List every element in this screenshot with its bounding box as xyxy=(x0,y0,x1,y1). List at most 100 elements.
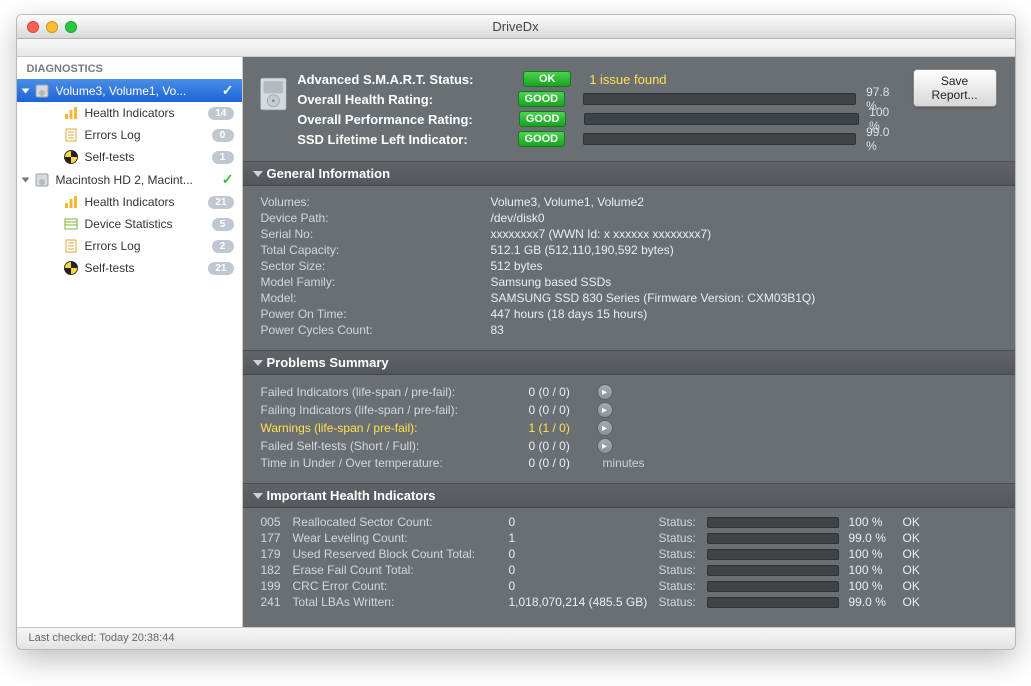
indicator-value: 0 xyxy=(509,563,659,577)
progress-bar xyxy=(584,113,859,125)
status-label: Status: xyxy=(659,595,707,609)
problem-value: 1 (1 / 0) xyxy=(529,421,597,435)
problem-key: Time in Under / Over temperature: xyxy=(261,456,529,470)
detail-button[interactable]: ▸ xyxy=(597,420,613,436)
status-pill: GOOD xyxy=(519,111,566,127)
window-title: DriveDx xyxy=(17,19,1015,34)
percent-label: 99.0 % xyxy=(849,595,903,609)
ok-label: OK xyxy=(903,515,920,529)
problem-row: Failed Self-tests (Short / Full):0 (0 / … xyxy=(261,437,997,455)
indicator-name: Wear Leveling Count: xyxy=(293,531,509,545)
content-pane[interactable]: Advanced S.M.A.R.T. Status:OK1 issue fou… xyxy=(243,57,1015,627)
info-value: SAMSUNG SSD 830 Series (Firmware Version… xyxy=(491,291,816,305)
indicator-row: 182Erase Fail Count Total:0Status:100 %O… xyxy=(261,562,997,578)
status-pill: OK xyxy=(523,71,571,87)
sidebar-item[interactable]: Health Indicators21 xyxy=(17,191,242,213)
info-row: Volumes:Volume3, Volume1, Volume2 xyxy=(261,194,997,210)
indicator-id: 005 xyxy=(261,515,293,529)
sidebar-item[interactable]: Health Indicators14 xyxy=(17,102,242,124)
detail-button[interactable]: ▸ xyxy=(597,384,613,400)
titlebar[interactable]: DriveDx xyxy=(17,15,1015,39)
indicator-value: 1,018,070,214 (485.5 GB) xyxy=(509,595,659,609)
problem-row: Time in Under / Over temperature:0 (0 / … xyxy=(261,455,997,471)
indicator-name: Used Reserved Block Count Total: xyxy=(293,547,509,561)
general-info: Volumes:Volume3, Volume1, Volume2Device … xyxy=(243,186,1015,350)
section-title: General Information xyxy=(267,166,391,181)
info-value: 83 xyxy=(491,323,504,337)
progress-bar xyxy=(707,565,839,576)
sidebar-item-label: Health Indicators xyxy=(85,106,203,120)
info-key: Power Cycles Count: xyxy=(261,323,491,337)
save-report-button[interactable]: Save Report... xyxy=(913,69,997,107)
problem-row: Failing Indicators (life-span / pre-fail… xyxy=(261,401,997,419)
problem-value: 0 (0 / 0) xyxy=(529,403,597,417)
indicator-row: 005Reallocated Sector Count:0Status:100 … xyxy=(261,514,997,530)
stats-icon xyxy=(63,216,79,232)
ok-label: OK xyxy=(903,531,920,545)
problem-value: 0 (0 / 0) xyxy=(529,456,597,470)
sidebar-item[interactable]: Self-tests21 xyxy=(17,257,242,279)
drive-icon xyxy=(259,71,288,117)
window-controls xyxy=(17,21,77,33)
info-key: Device Path: xyxy=(261,211,491,225)
count-badge: 2 xyxy=(212,240,234,253)
indicator-id: 177 xyxy=(261,531,293,545)
sidebar-drive[interactable]: Volume3, Volume1, Vo... ✓ xyxy=(17,79,242,102)
info-value: Volume3, Volume1, Volume2 xyxy=(491,195,644,209)
sidebar-item[interactable]: Device Statistics5 xyxy=(17,213,242,235)
disclosure-icon xyxy=(253,171,263,177)
indicator-row: 177Wear Leveling Count:1Status:99.0 %OK xyxy=(261,530,997,546)
indicator-value: 1 xyxy=(509,531,659,545)
problem-key: Warnings (life-span / pre-fail): xyxy=(261,421,529,435)
progress-bar xyxy=(707,533,839,544)
smart-row: Advanced S.M.A.R.T. Status:OK1 issue fou… xyxy=(297,69,902,89)
sidebar-item[interactable]: Errors Log0 xyxy=(17,124,242,146)
section-indicators-header[interactable]: Important Health Indicators xyxy=(243,483,1015,508)
status-label: Status: xyxy=(659,547,707,561)
progress-bar xyxy=(707,597,839,608)
zoom-icon[interactable] xyxy=(65,21,77,33)
indicator-id: 199 xyxy=(261,579,293,593)
smart-label: SSD Lifetime Left Indicator: xyxy=(297,132,518,147)
indicator-value: 0 xyxy=(509,579,659,593)
progress-bar xyxy=(583,133,856,145)
indicator-row: 199CRC Error Count:0Status:100 %OK xyxy=(261,578,997,594)
toolbar xyxy=(17,39,1015,57)
ok-label: OK xyxy=(903,563,920,577)
progress-bar xyxy=(707,581,839,592)
info-value: 512 bytes xyxy=(491,259,543,273)
smart-label: Overall Performance Rating: xyxy=(297,112,519,127)
info-value: Samsung based SSDs xyxy=(491,275,612,289)
info-key: Sector Size: xyxy=(261,259,491,273)
info-row: Sector Size:512 bytes xyxy=(261,258,997,274)
sidebar-item[interactable]: Errors Log2 xyxy=(17,235,242,257)
sidebar-drive[interactable]: Macintosh HD 2, Macint...✓ xyxy=(17,168,242,191)
info-value: /dev/disk0 xyxy=(491,211,545,225)
progress-bar xyxy=(583,93,856,105)
sidebar-item-label: Errors Log xyxy=(85,128,206,142)
section-title: Problems Summary xyxy=(267,355,389,370)
count-badge: 1 xyxy=(212,151,234,164)
detail-button[interactable]: ▸ xyxy=(597,402,613,418)
detail-button[interactable]: ▸ xyxy=(597,438,613,454)
checkmark-icon: ✓ xyxy=(222,82,234,99)
problems-summary: Failed Indicators (life-span / pre-fail)… xyxy=(243,375,1015,483)
section-general-header[interactable]: General Information xyxy=(243,161,1015,186)
problem-row: Failed Indicators (life-span / pre-fail)… xyxy=(261,383,997,401)
info-key: Serial No: xyxy=(261,227,491,241)
info-value: 447 hours (18 days 15 hours) xyxy=(491,307,648,321)
sidebar-drive-label: Volume3, Volume1, Vo... xyxy=(56,84,216,98)
disclosure-icon xyxy=(253,360,263,366)
close-icon[interactable] xyxy=(27,21,39,33)
info-key: Model Family: xyxy=(261,275,491,289)
section-title: Important Health Indicators xyxy=(267,488,436,503)
section-problems-header[interactable]: Problems Summary xyxy=(243,350,1015,375)
sidebar-item[interactable]: Self-tests1 xyxy=(17,146,242,168)
count-badge: 21 xyxy=(208,262,233,275)
info-key: Power On Time: xyxy=(261,307,491,321)
info-row: Power Cycles Count:83 xyxy=(261,322,997,338)
status-pill: GOOD xyxy=(518,131,565,147)
minimize-icon[interactable] xyxy=(46,21,58,33)
indicator-name: Total LBAs Written: xyxy=(293,595,509,609)
percent-label: 100 % xyxy=(849,515,903,529)
